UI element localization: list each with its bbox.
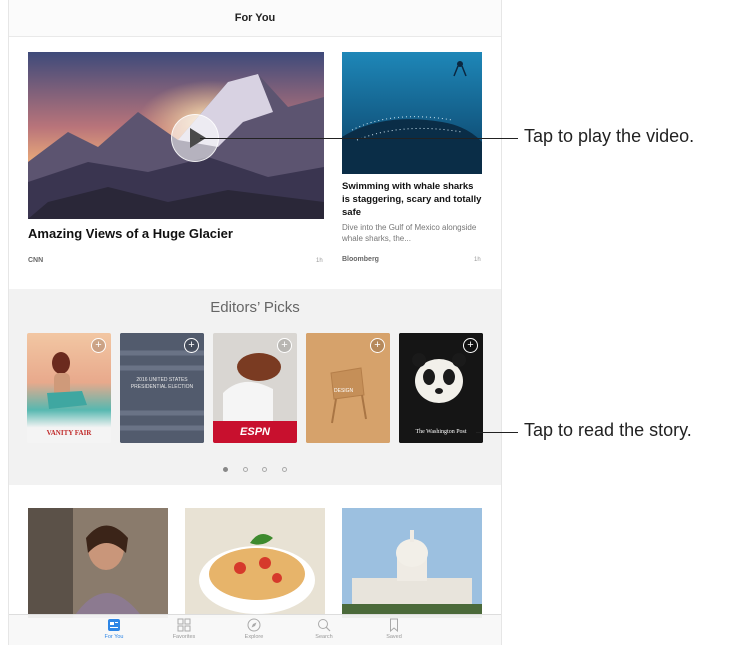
- side-story-image[interactable]: [342, 52, 482, 174]
- tab-label: Favorites: [172, 634, 196, 640]
- story-thumbnail-food[interactable]: [185, 508, 325, 618]
- callout-play-video: Tap to play the video.: [524, 126, 695, 146]
- page-dot[interactable]: [223, 467, 229, 472]
- page-indicator[interactable]: [9, 459, 501, 477]
- story-thumbnail-portrait[interactable]: [28, 508, 168, 618]
- story-cover-washington-post[interactable]: + The Washington Post: [399, 333, 483, 443]
- tab-explore[interactable]: Explore: [224, 618, 284, 640]
- tab-label: Saved: [386, 634, 402, 640]
- callout-line-play: [200, 138, 518, 139]
- add-channel-button[interactable]: +: [463, 338, 478, 353]
- side-story-source-logo: Bloomberg: [342, 256, 379, 263]
- tab-label: Search: [315, 634, 333, 640]
- callout-line-read: [476, 432, 518, 433]
- compass-icon: [247, 618, 261, 632]
- story-cover-design[interactable]: + DESIGN: [306, 333, 390, 443]
- tab-label: For You: [104, 634, 124, 640]
- cover-brand-label: VANITY FAIR: [46, 429, 92, 437]
- cover-brand-label: The Washington Post: [415, 429, 467, 435]
- bookmark-icon: [390, 618, 398, 632]
- for-you-icon: [108, 619, 120, 631]
- tab-saved[interactable]: Saved: [364, 618, 424, 640]
- side-story-headline[interactable]: Swimming with whale sharks is staggering…: [342, 180, 482, 219]
- story-cover-election[interactable]: + 2016 UNITED STATES PRESIDENTIAL ELECTI…: [120, 333, 204, 443]
- tab-label: Explore: [244, 634, 264, 640]
- add-channel-button[interactable]: +: [370, 338, 385, 353]
- story-thumbnail-capitol[interactable]: [342, 508, 482, 618]
- page-dot[interactable]: [281, 467, 287, 472]
- add-channel-button[interactable]: +: [91, 338, 106, 353]
- cover-brand-label: 2016 UNITED STATES PRESIDENTIAL ELECTION: [130, 377, 194, 390]
- side-story-timestamp: 1h: [474, 257, 481, 263]
- search-icon: [318, 619, 331, 632]
- page-dot[interactable]: [262, 467, 268, 472]
- favorites-grid-icon: [177, 618, 191, 632]
- tab-favorites[interactable]: Favorites: [154, 618, 214, 640]
- tab-search[interactable]: Search: [294, 618, 354, 640]
- hero-video-thumbnail[interactable]: [28, 52, 324, 219]
- side-story-excerpt: Dive into the Gulf of Mexico alongside w…: [342, 223, 477, 243]
- story-cover-espn[interactable]: ESPN +: [213, 333, 297, 443]
- tab-bar: For You Favorites Explore Search Saved: [9, 614, 501, 645]
- editors-picks-title: Editors’ Picks: [210, 299, 300, 316]
- page-dot[interactable]: [242, 467, 248, 472]
- tab-for-you[interactable]: For You: [84, 618, 144, 640]
- hero-source-logo: CNN: [28, 257, 44, 264]
- add-channel-button[interactable]: +: [277, 338, 292, 353]
- editors-picks-section: Editors’ Picks + VANITY FAIR + 2016 UNIT…: [9, 289, 501, 485]
- callout-read-story: Tap to read the story.: [524, 420, 692, 440]
- cover-brand-label: ESPN: [213, 421, 297, 443]
- news-app-screen: For You Amazing Views of a Huge Glacier …: [8, 0, 502, 645]
- cover-brand-label: DESIGN: [334, 388, 354, 394]
- add-channel-button[interactable]: +: [184, 338, 199, 353]
- magazine-cover-vanity-fair[interactable]: + VANITY FAIR: [27, 333, 111, 443]
- hero-headline[interactable]: Amazing Views of a Huge Glacier: [28, 226, 233, 241]
- page-title: For You: [9, 0, 501, 37]
- hero-timestamp: 1h: [316, 258, 323, 264]
